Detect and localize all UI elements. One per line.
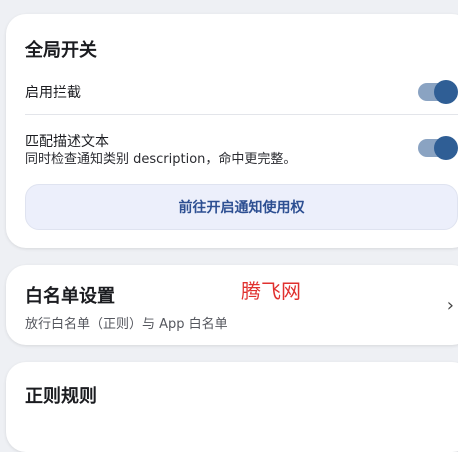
enable-intercept-label: 启用拦截 <box>25 85 81 101</box>
global-switch-title: 全局开关 <box>25 40 97 61</box>
watermark-text: 腾飞网 <box>241 279 301 303</box>
toggle-thumb <box>434 80 458 104</box>
global-switch-card: 全局开关 启用拦截 匹配描述文本 同时检查通知类别 description，命中… <box>6 14 458 248</box>
whitelist-subtitle: 放行白名单（正则）与 App 白名单 <box>25 317 228 332</box>
whitelist-settings-card[interactable]: 白名单设置 放行白名单（正则）与 App 白名单 › <box>6 265 458 345</box>
whitelist-title: 白名单设置 <box>25 286 115 307</box>
regex-rules-title: 正则规则 <box>25 386 97 407</box>
toggle-thumb <box>434 136 458 160</box>
enable-intercept-toggle[interactable] <box>418 80 458 104</box>
match-description-subtitle: 同时检查通知类别 description，命中更完整。 <box>25 152 297 167</box>
chevron-right-icon: › <box>446 295 454 316</box>
divider <box>25 114 458 115</box>
grant-notification-access-button[interactable]: 前往开启通知使用权 <box>25 184 458 230</box>
regex-rules-card[interactable]: 正则规则 <box>6 362 458 452</box>
match-description-toggle[interactable] <box>418 136 458 160</box>
